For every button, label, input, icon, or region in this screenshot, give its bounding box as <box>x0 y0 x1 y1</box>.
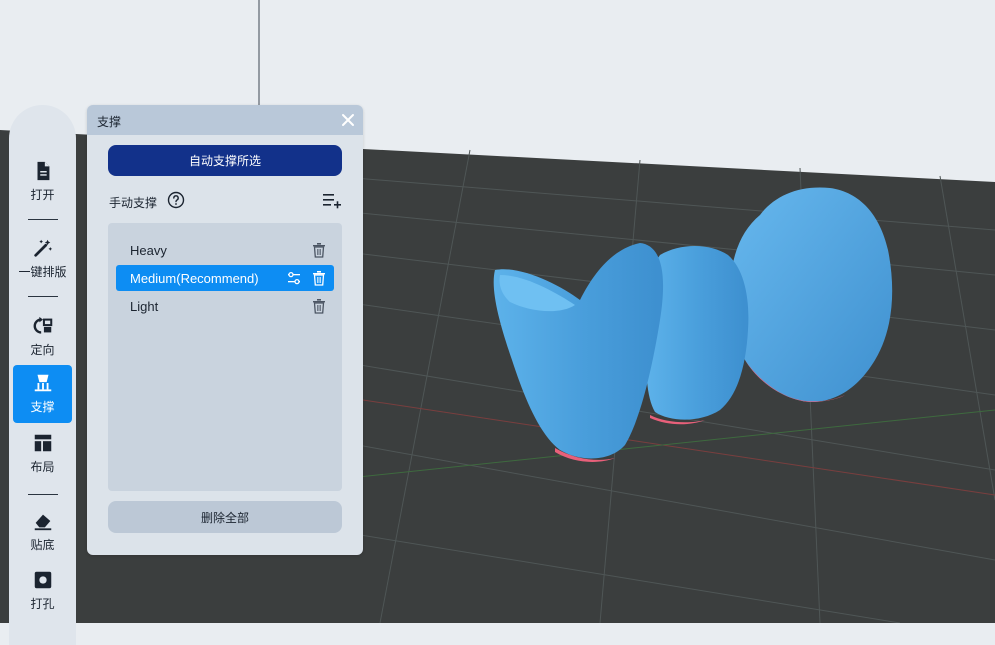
preset-name: Medium(Recommend) <box>130 271 259 286</box>
tool-orient-button[interactable]: 定向 <box>13 308 72 366</box>
delete-all-button[interactable]: 删除全部 <box>108 501 342 533</box>
tool-open-label: 打开 <box>30 188 55 202</box>
manual-support-label: 手动支撑 <box>109 196 158 210</box>
hole-icon <box>34 571 51 589</box>
support-preset-list: Heavy Medium(Recommend) Light <box>108 223 342 491</box>
preset-name: Heavy <box>130 243 167 258</box>
list-item[interactable]: Light <box>116 293 334 319</box>
trash-icon[interactable] <box>312 270 326 286</box>
panel-header: 支撑 <box>87 105 363 135</box>
tool-lay-flat-label: 贴底 <box>30 538 55 552</box>
magic-wand-icon <box>33 239 52 257</box>
help-icon[interactable] <box>167 191 185 209</box>
orient-icon <box>33 316 52 334</box>
toolbar-divider <box>28 494 58 495</box>
tool-orient-label: 定向 <box>30 343 55 357</box>
tool-layout-label: 布局 <box>30 460 55 474</box>
tool-support-button[interactable]: 支撑 <box>13 365 72 423</box>
eraser-icon <box>34 514 51 531</box>
add-preset-icon[interactable] <box>322 191 342 209</box>
tool-lay-flat-button[interactable]: 贴底 <box>13 503 72 561</box>
tool-hole-button[interactable]: 打孔 <box>13 562 72 620</box>
tool-open-button[interactable]: 打开 <box>13 153 72 211</box>
tool-auto-layout-button[interactable]: 一键排版 <box>13 230 72 288</box>
tool-support-label: 支撑 <box>30 400 55 414</box>
panel-title: 支撑 <box>97 115 122 129</box>
list-item[interactable]: Heavy <box>116 237 334 263</box>
settings-sliders-icon[interactable] <box>287 271 301 285</box>
left-toolbar: 打开 一键排版 定向 支撑 布局 贴底 打孔 <box>9 105 76 645</box>
toolbar-divider <box>28 296 58 297</box>
tool-hole-label: 打孔 <box>30 597 55 611</box>
list-item-selected[interactable]: Medium(Recommend) <box>116 265 334 291</box>
trash-icon[interactable] <box>312 298 326 314</box>
tool-layout-button[interactable]: 布局 <box>13 425 72 483</box>
preset-name: Light <box>130 299 159 314</box>
close-icon[interactable] <box>339 111 357 129</box>
auto-support-button[interactable]: 自动支撑所选 <box>108 145 342 176</box>
tool-auto-layout-label: 一键排版 <box>18 265 67 279</box>
trash-icon[interactable] <box>312 242 326 258</box>
support-icon <box>34 374 51 392</box>
support-panel: 支撑 自动支撑所选 手动支撑 Heavy Medium(Recommend) L… <box>87 105 363 555</box>
toolbar-divider <box>28 219 58 220</box>
file-icon <box>37 161 49 181</box>
layout-icon <box>34 434 51 452</box>
